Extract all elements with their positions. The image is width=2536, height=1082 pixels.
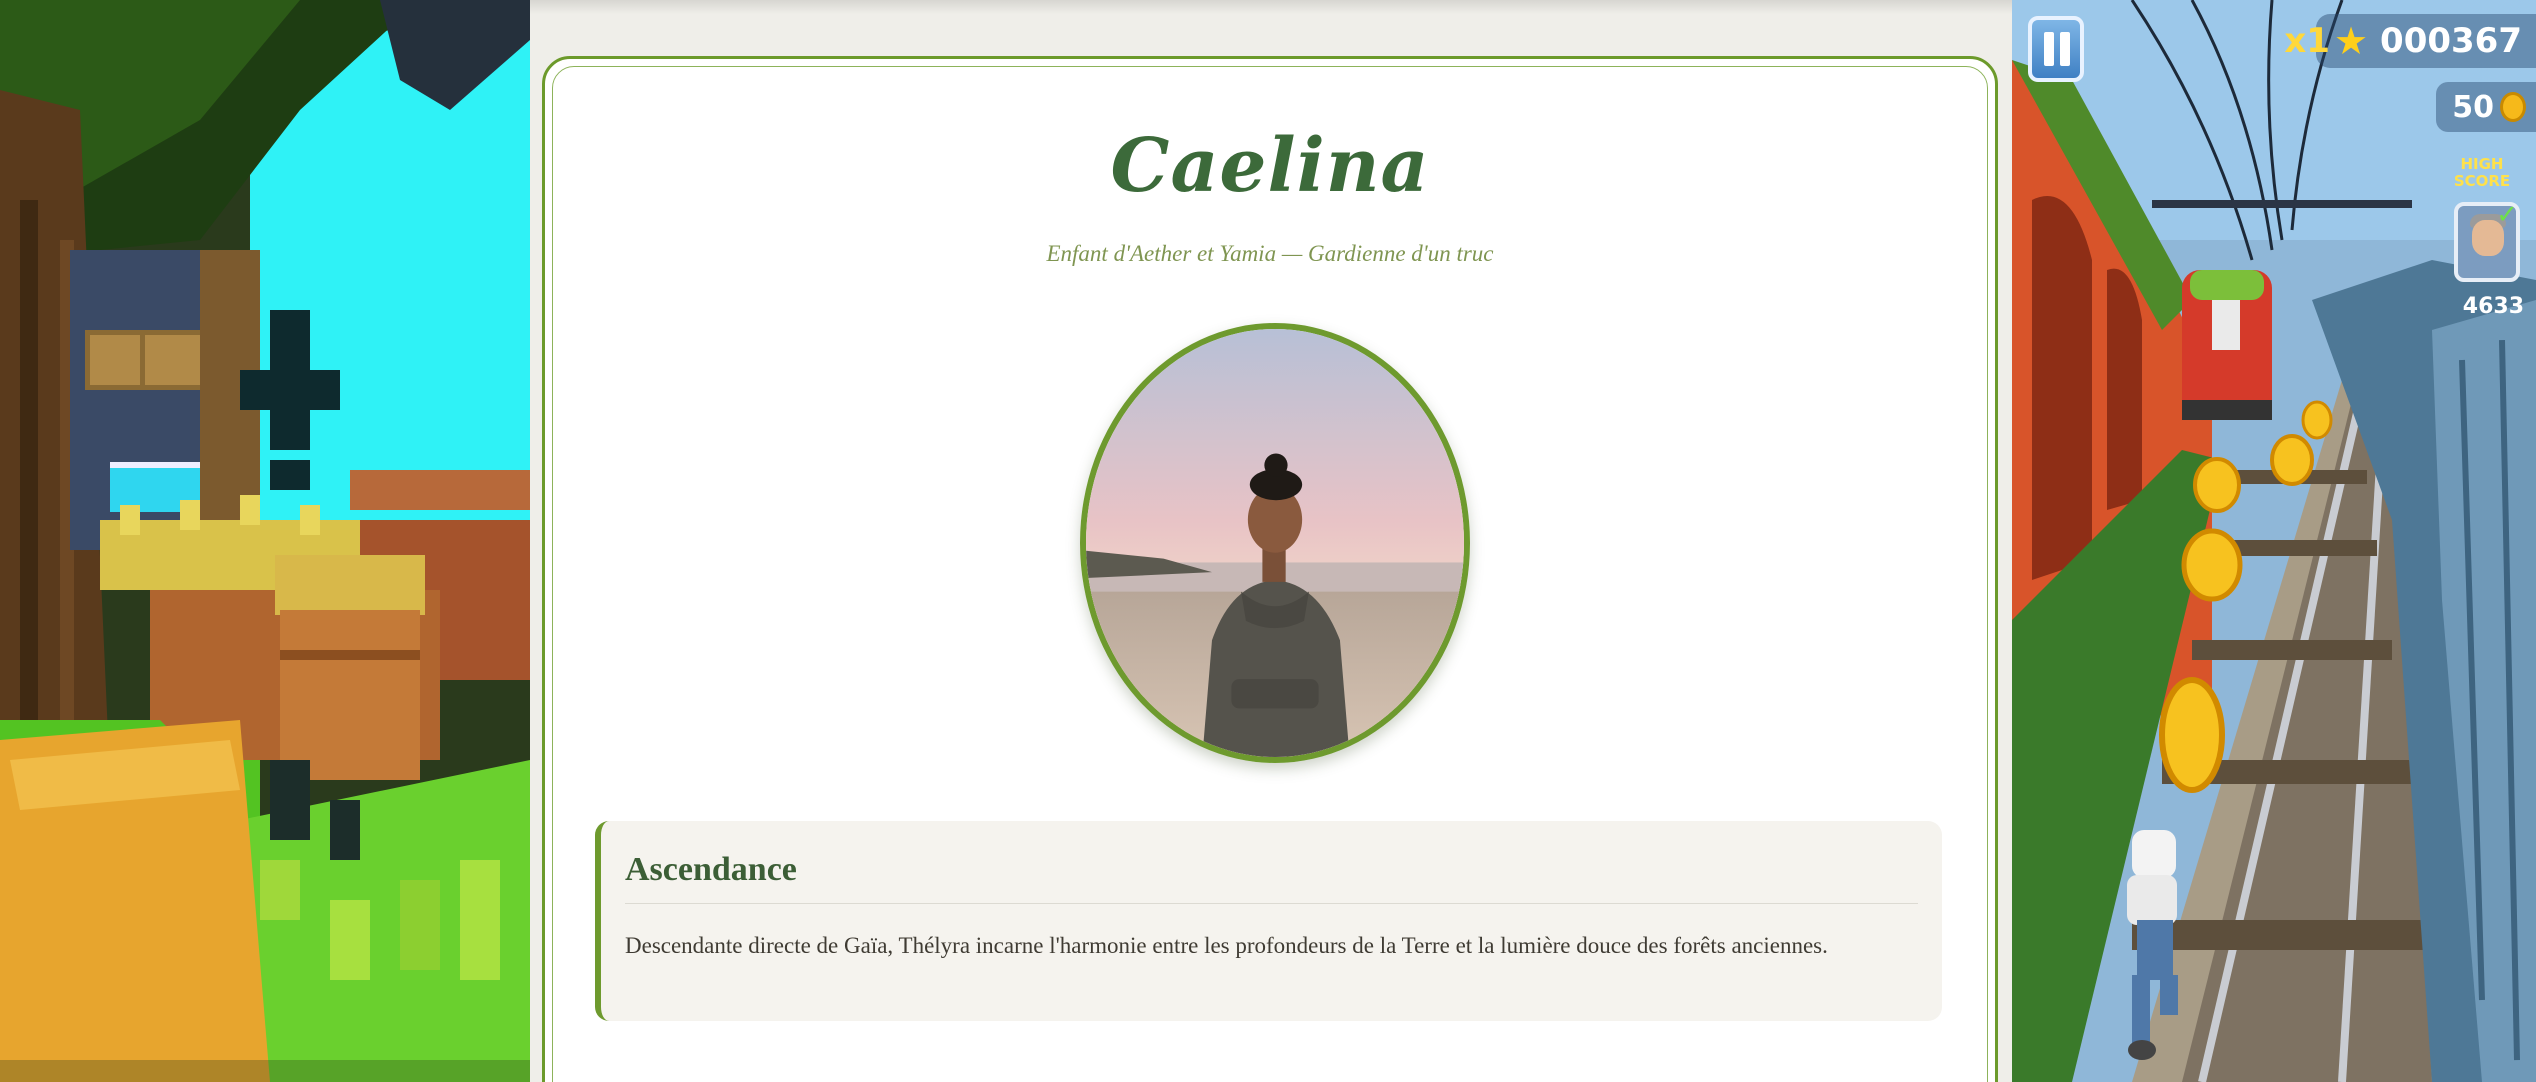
high-score-label: HIGH SCORE xyxy=(2453,155,2511,190)
player-avatar: ✓ xyxy=(2454,202,2520,282)
portrait-photo xyxy=(1086,329,1464,757)
pause-button[interactable] xyxy=(2028,16,2084,82)
section-title: Ascendance xyxy=(625,851,797,888)
profile-card: Caelina Enfant d'Aether et Yamia — Gardi… xyxy=(542,56,1998,1082)
score-value: 000367 xyxy=(2380,21,2522,61)
character-portrait xyxy=(1080,323,1470,763)
score-multiplier: x1 xyxy=(2284,21,2330,61)
score-display: x1 ★ 000367 xyxy=(2284,14,2536,68)
coin-icon xyxy=(2500,92,2526,122)
profile-page: Caelina Enfant d'Aether et Yamia — Gardi… xyxy=(530,0,2012,1082)
pause-icon-bar-right xyxy=(2060,32,2070,66)
character-subtitle: Enfant d'Aether et Yamia — Gardienne d'u… xyxy=(1046,241,1494,266)
left-background-video xyxy=(0,0,530,1082)
checkmark-icon: ✓ xyxy=(2496,202,2518,230)
high-score-value: 4633 xyxy=(2462,294,2524,319)
section-text: Descendante directe de Gaïa, Thélyra inc… xyxy=(625,933,1828,958)
ascendance-section: Ascendance Descendante directe de Gaïa, … xyxy=(595,821,1942,1021)
star-icon: ★ xyxy=(2333,19,2369,63)
pause-icon-bar-left xyxy=(2044,32,2054,66)
section-divider xyxy=(625,903,1918,904)
coin-counter: 50 xyxy=(2436,82,2536,132)
top-edge-shadow xyxy=(530,0,2012,14)
character-name: Caelina xyxy=(1110,123,1430,209)
right-background-video: x1 ★ 000367 50 HIGH SCORE ✓ 4633 xyxy=(2012,0,2536,1082)
coin-count: 50 xyxy=(2452,89,2494,125)
minecraft-scene-image xyxy=(0,0,530,1082)
